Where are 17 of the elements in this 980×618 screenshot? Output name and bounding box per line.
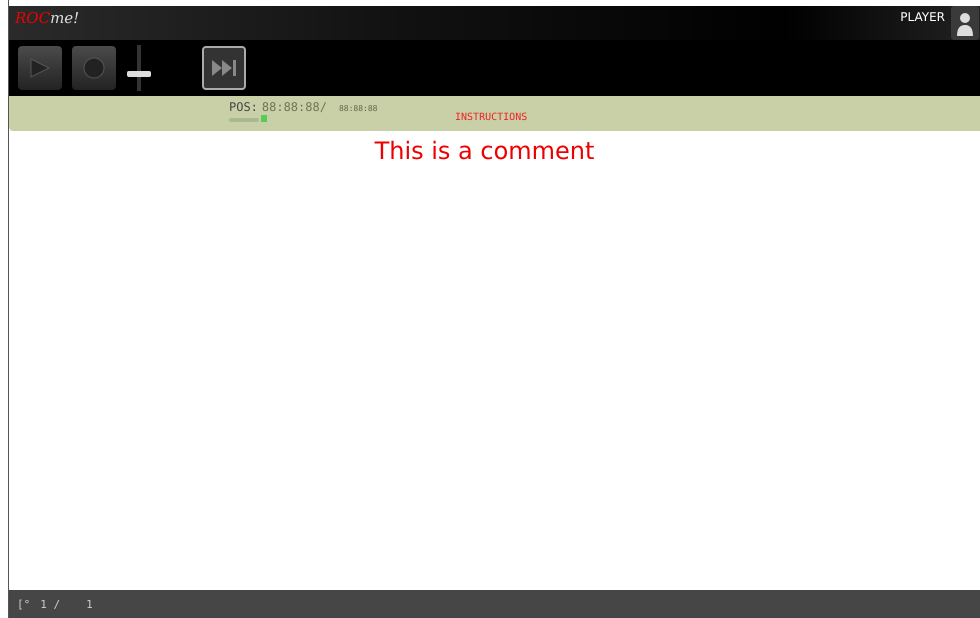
record-icon — [83, 57, 105, 79]
skip-forward-icon — [211, 59, 237, 77]
next-button[interactable] — [202, 46, 246, 90]
progress-marker — [261, 115, 267, 122]
total-time: 88:88:88 — [338, 104, 378, 113]
status-text: 1 — [86, 598, 93, 610]
position-label: POS: — [229, 100, 258, 114]
play-icon — [29, 57, 51, 79]
volume-slider[interactable] — [126, 45, 152, 91]
user-label: PLAYER — [900, 9, 945, 24]
status-text: [° — [17, 598, 30, 610]
user-icon[interactable] — [951, 6, 979, 40]
comment-text: This is a comment — [374, 137, 594, 167]
status-text: 1 / — [40, 598, 60, 610]
instructions-link[interactable]: INSTRUCTIONS — [455, 112, 528, 123]
current-time: 88:88:88/ — [262, 100, 327, 114]
app-logo: ROCme! — [14, 8, 80, 29]
